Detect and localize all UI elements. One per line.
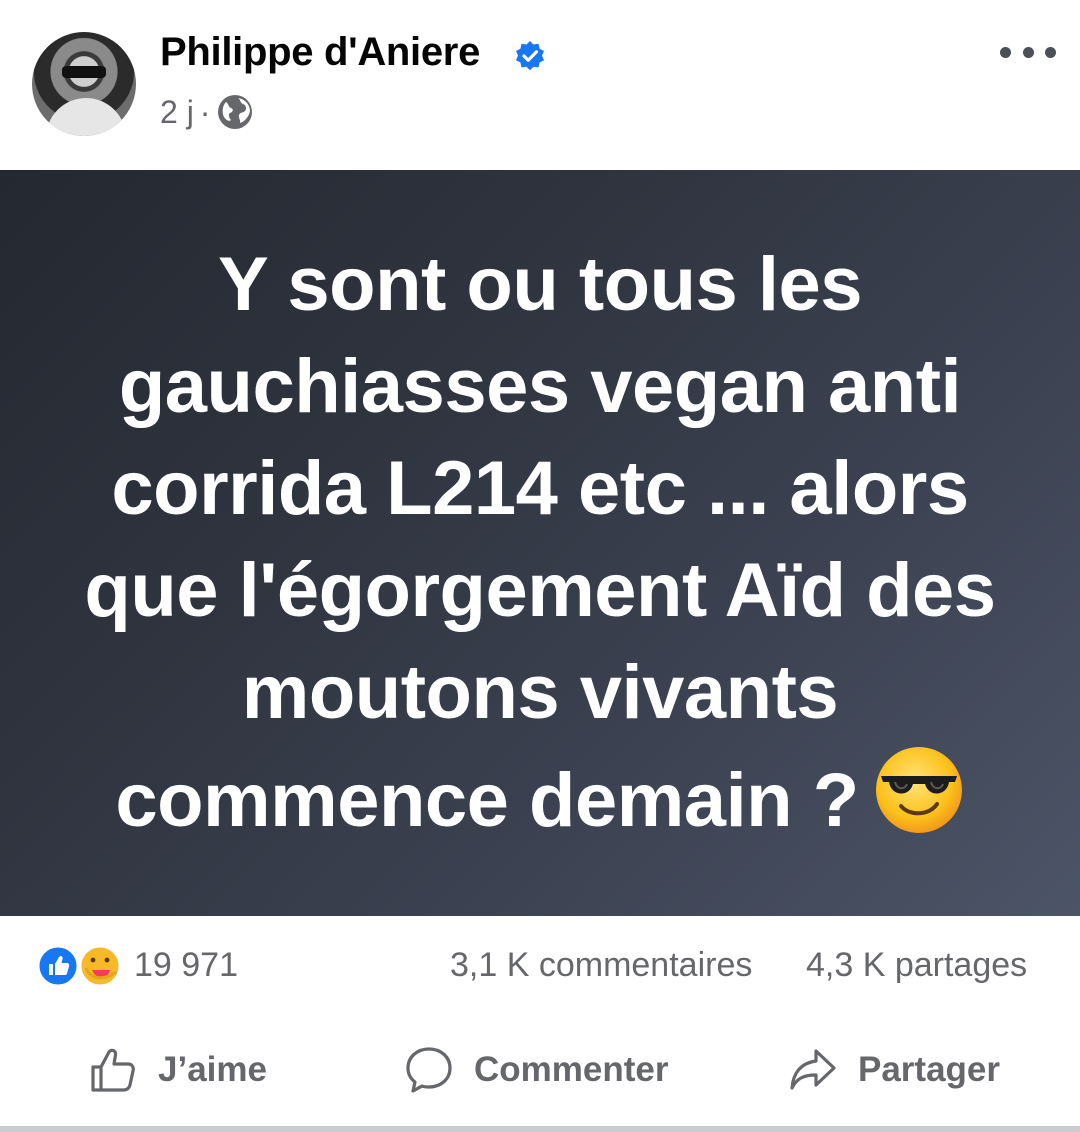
post-text-content: Y sont ou tous les gauchiasses vegan ant… (50, 234, 1030, 852)
more-options-icon[interactable] (1000, 38, 1056, 66)
avatar-glasses (62, 66, 106, 78)
like-label: J’aime (158, 1050, 267, 1089)
more-dot (1022, 46, 1034, 58)
comments-count[interactable]: 3,1 K commentaires (450, 946, 752, 985)
meta-separator: · (199, 93, 211, 130)
comment-button[interactable]: Commenter (404, 1030, 668, 1110)
author-name[interactable]: Philippe d'Aniere (160, 30, 480, 75)
sunglasses-emoji (875, 747, 962, 833)
more-dot (1045, 46, 1056, 58)
post-stats: 19 971 3,1 K commentaires 4,3 K partages (0, 930, 1080, 1002)
share-label: Partager (858, 1050, 1001, 1089)
post-text-card[interactable]: Y sont ou tous les gauchiasses vegan ant… (0, 170, 1080, 916)
like-button[interactable]: J’aime (88, 1030, 267, 1110)
comment-bubble-icon (406, 1047, 452, 1093)
post-text: Y sont ou tous les gauchiasses vegan ant… (84, 242, 996, 843)
post-meta: 2 j · (160, 92, 254, 132)
share-button[interactable]: Partager (788, 1030, 1000, 1110)
post-actions: J’aime Commenter Partager (0, 1030, 1080, 1110)
comment-label: Commenter (474, 1050, 669, 1089)
reaction-count[interactable]: 19 971 (134, 946, 238, 985)
feed-divider (0, 1126, 1080, 1132)
post-header: Philippe d'Aniere 2 j · (0, 0, 1080, 170)
avatar-shirt (46, 98, 126, 136)
care-reaction-icon (78, 944, 122, 988)
post-time[interactable]: 2 j (160, 94, 194, 131)
verified-badge-icon (516, 41, 544, 71)
reaction-icons[interactable] (36, 944, 128, 988)
share-arrow-icon (790, 1049, 836, 1090)
more-dot (1000, 46, 1011, 58)
like-reaction-icon (36, 944, 80, 988)
globe-icon (218, 95, 253, 129)
shares-count[interactable]: 4,3 K partages (806, 946, 1027, 985)
author-avatar[interactable] (32, 32, 136, 136)
thumbs-up-icon (91, 1048, 135, 1092)
